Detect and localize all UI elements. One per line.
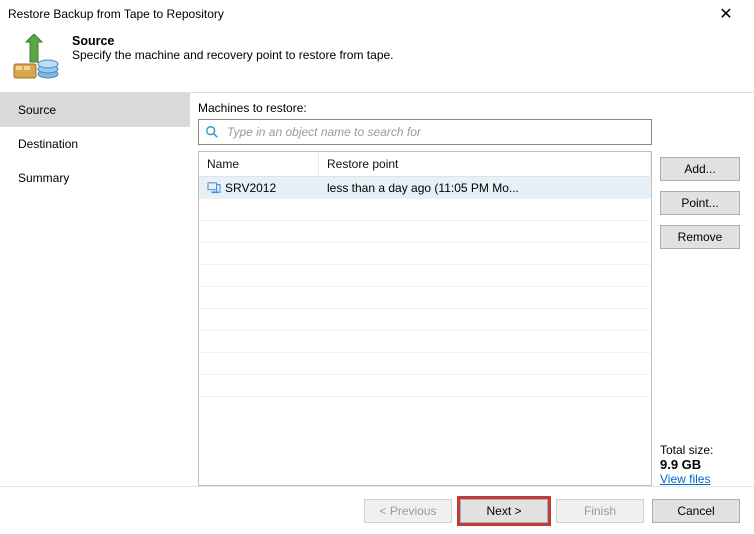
table-row[interactable] bbox=[199, 331, 651, 353]
close-icon[interactable]: ✕ bbox=[706, 4, 746, 24]
page-subtitle: Specify the machine and recovery point t… bbox=[72, 48, 394, 62]
view-files-link[interactable]: View files bbox=[660, 472, 710, 486]
col-header-name[interactable]: Name bbox=[199, 152, 319, 176]
search-box[interactable] bbox=[198, 119, 652, 145]
cell-restore-point: less than a day ago (11:05 PM Mo... bbox=[319, 179, 651, 197]
finish-button: Finish bbox=[556, 499, 644, 523]
cell-name: SRV2012 bbox=[199, 179, 319, 197]
table-row[interactable] bbox=[199, 353, 651, 375]
totals-label: Total size: bbox=[660, 443, 740, 457]
sidebar-item-source[interactable]: Source bbox=[0, 93, 190, 127]
window-title: Restore Backup from Tape to Repository bbox=[8, 7, 706, 21]
table-row[interactable] bbox=[199, 243, 651, 265]
table-row[interactable] bbox=[199, 309, 651, 331]
add-button[interactable]: Add... bbox=[660, 157, 740, 181]
table-row[interactable] bbox=[199, 265, 651, 287]
header-text: Source Specify the machine and recovery … bbox=[72, 34, 394, 62]
table-row[interactable] bbox=[199, 287, 651, 309]
page-title: Source bbox=[72, 34, 394, 48]
title-bar: Restore Backup from Tape to Repository ✕ bbox=[0, 0, 754, 28]
main-left: Machines to restore: Name Restore point bbox=[198, 101, 652, 486]
machines-table: Name Restore point SRV2012 bbox=[198, 151, 652, 486]
machine-icon bbox=[207, 182, 221, 194]
table-row[interactable] bbox=[199, 221, 651, 243]
wizard-steps: Source Destination Summary bbox=[0, 93, 190, 486]
table-row[interactable]: SRV2012 less than a day ago (11:05 PM Mo… bbox=[199, 177, 651, 199]
wizard-footer: < Previous Next > Finish Cancel bbox=[0, 486, 754, 534]
section-label: Machines to restore: bbox=[198, 101, 652, 115]
col-header-restore-point[interactable]: Restore point bbox=[319, 152, 651, 176]
main-right: Add... Point... Remove Total size: 9.9 G… bbox=[660, 101, 740, 486]
previous-button: < Previous bbox=[364, 499, 452, 523]
sidebar-item-summary[interactable]: Summary bbox=[0, 161, 190, 195]
search-input[interactable] bbox=[225, 124, 645, 140]
sidebar-item-destination[interactable]: Destination bbox=[0, 127, 190, 161]
header-area: Source Specify the machine and recovery … bbox=[0, 28, 754, 92]
point-button[interactable]: Point... bbox=[660, 191, 740, 215]
table-row[interactable] bbox=[199, 375, 651, 397]
cancel-button[interactable]: Cancel bbox=[652, 499, 740, 523]
remove-button[interactable]: Remove bbox=[660, 225, 740, 249]
wizard-icon bbox=[12, 34, 60, 82]
search-icon bbox=[205, 125, 219, 139]
main-panel: Machines to restore: Name Restore point bbox=[190, 93, 754, 486]
body-area: Source Destination Summary Machines to r… bbox=[0, 92, 754, 486]
table-row[interactable] bbox=[199, 199, 651, 221]
totals-value: 9.9 GB bbox=[660, 457, 740, 472]
totals: Total size: 9.9 GB View files bbox=[660, 435, 740, 486]
dialog-window: Restore Backup from Tape to Repository ✕… bbox=[0, 0, 754, 534]
cell-name-text: SRV2012 bbox=[225, 181, 276, 195]
table-body: SRV2012 less than a day ago (11:05 PM Mo… bbox=[199, 177, 651, 485]
table-header: Name Restore point bbox=[199, 152, 651, 177]
next-button[interactable]: Next > bbox=[460, 499, 548, 523]
